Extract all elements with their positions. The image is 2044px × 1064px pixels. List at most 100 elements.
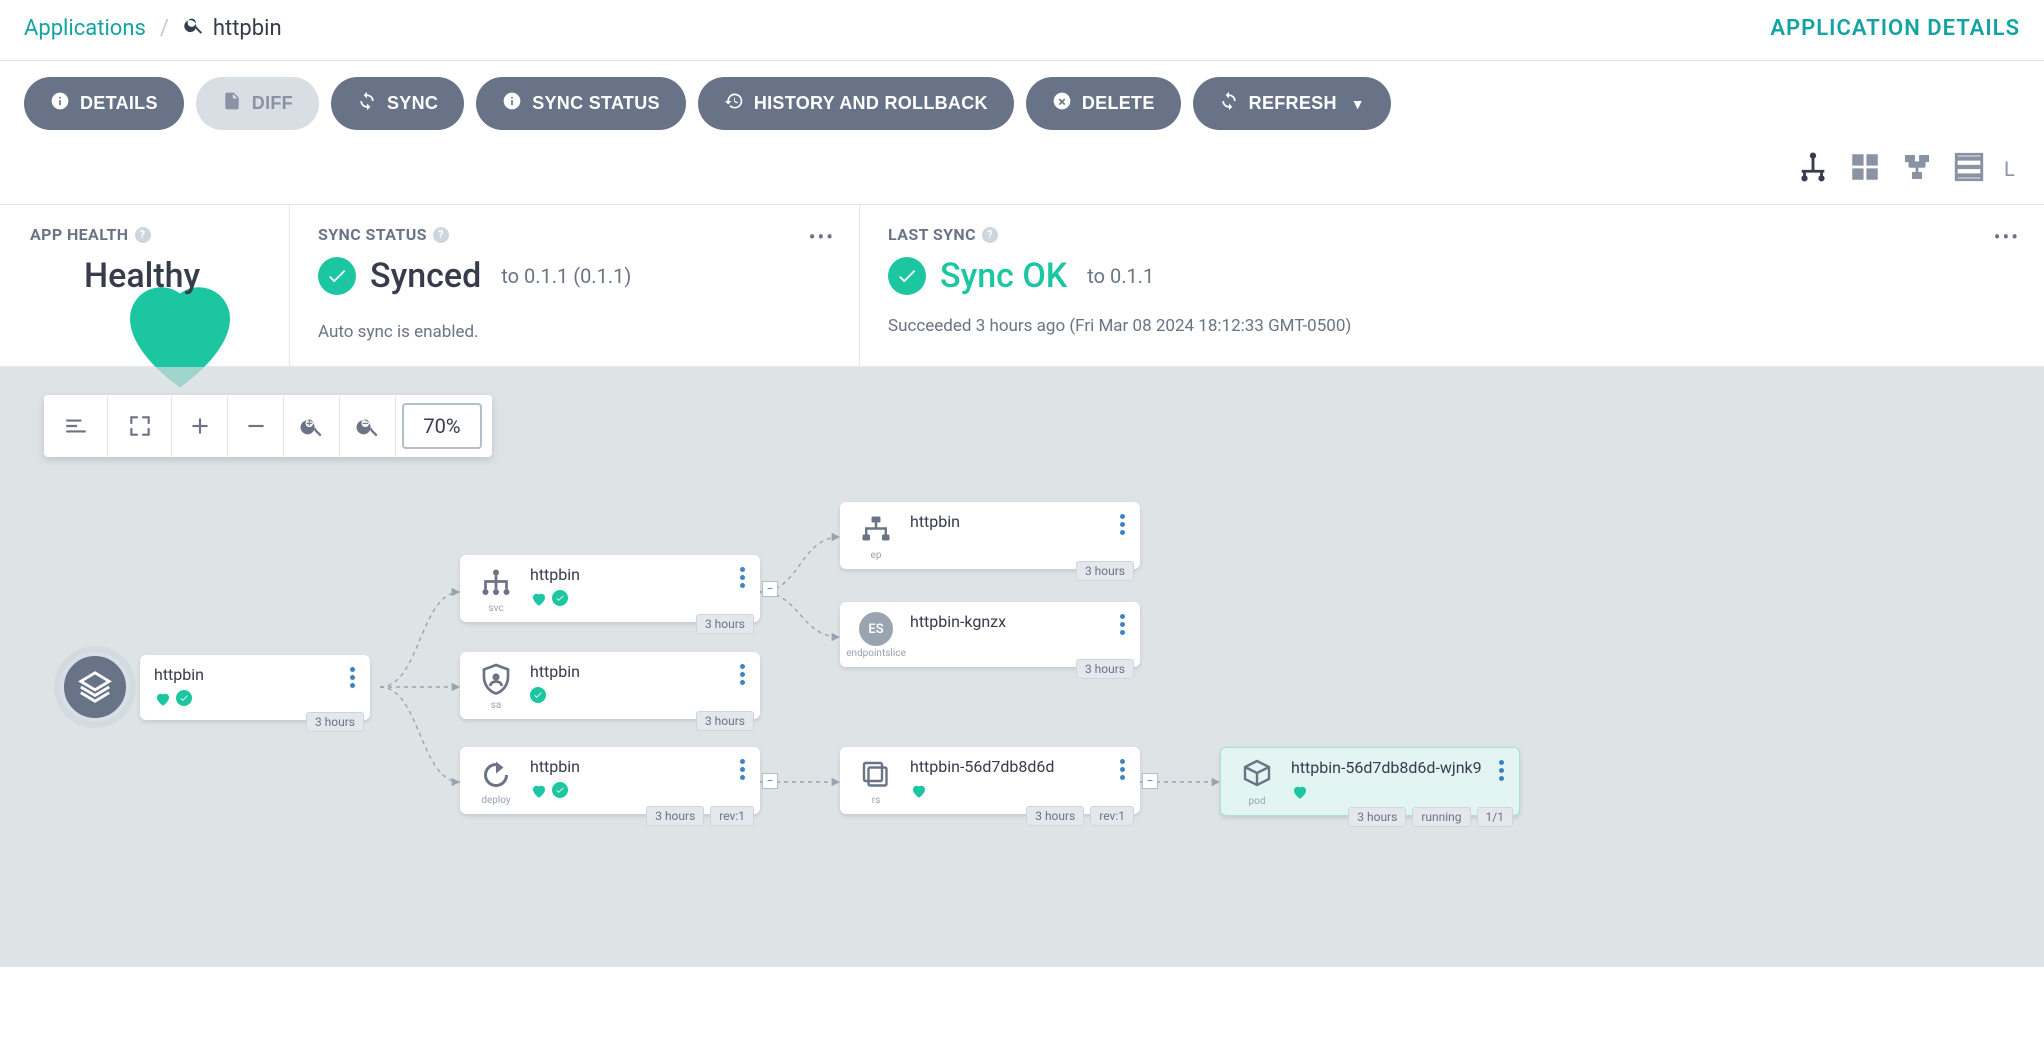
node-collapse-button[interactable]: −: [1142, 773, 1158, 789]
health-value: Healthy: [84, 256, 200, 296]
search-icon: [183, 14, 205, 42]
delete-button[interactable]: DELETE: [1026, 77, 1181, 130]
view-tree-button[interactable]: [1796, 150, 1830, 188]
tree-canvas[interactable]: 70% httpbin: [0, 367, 2044, 967]
node-age-pill: 3 hours: [1348, 807, 1406, 827]
node-ep[interactable]: ep httpbin 3 hours: [840, 502, 1140, 569]
diff-button[interactable]: DIFF: [196, 77, 319, 130]
delete-button-label: DELETE: [1082, 93, 1155, 114]
node-kind-label: ep: [871, 550, 882, 561]
node-sa-name: httpbin: [530, 662, 580, 681]
chevron-down-icon: ▼: [1351, 96, 1365, 112]
node-age-pill: 3 hours: [696, 711, 754, 731]
panel-label-last-sync: LAST SYNC?: [888, 225, 2016, 244]
details-button-label: DETAILS: [80, 93, 158, 114]
node-rev-pill: rev:1: [710, 806, 754, 826]
node-deploy-name: httpbin: [530, 757, 580, 776]
view-label-cut: L: [2004, 157, 2020, 181]
node-menu-button[interactable]: [1493, 760, 1509, 781]
service-icon: svc: [474, 565, 518, 614]
panel-label-sync: SYNC STATUS?: [318, 225, 831, 244]
sync-note: Auto sync is enabled.: [318, 322, 831, 342]
help-icon[interactable]: ?: [982, 227, 998, 243]
endpoints-icon: ep: [854, 512, 898, 561]
node-pod[interactable]: pod httpbin-56d7db8d6d-wjnk9 3 hours run…: [1220, 747, 1520, 816]
node-collapse-button[interactable]: −: [762, 773, 778, 789]
sync-button[interactable]: SYNC: [331, 77, 464, 130]
status-row: APP HEALTH? Healthy SYNC STATUS? ••• Syn…: [0, 204, 2044, 367]
toolbar-zoom-in-button[interactable]: [284, 395, 340, 457]
toolbar-zoom-out-button[interactable]: [340, 395, 396, 457]
node-collapse-button[interactable]: −: [762, 581, 778, 597]
zoom-level[interactable]: 70%: [402, 403, 482, 449]
close-icon: [1052, 91, 1072, 116]
canvas-toolbar: 70%: [44, 395, 492, 457]
serviceaccount-icon: sa: [474, 662, 518, 711]
node-age-pill: 3 hours: [1076, 659, 1134, 679]
toolbar-zoom-in-step-button[interactable]: [172, 395, 228, 457]
panel-value-health: Healthy: [30, 256, 261, 296]
node-age-pill: 3 hours: [306, 712, 364, 732]
node-rs[interactable]: rs httpbin-56d7db8d6d − 3 hoursrev:1: [840, 747, 1140, 814]
replicaset-icon: rs: [854, 757, 898, 806]
breadcrumb: Applications / httpbin: [24, 14, 282, 42]
node-menu-button[interactable]: [734, 759, 750, 780]
help-icon[interactable]: ?: [433, 227, 449, 243]
node-menu-button[interactable]: [734, 567, 750, 588]
deployment-icon: deploy: [474, 757, 518, 806]
view-grid-button[interactable]: [1848, 150, 1882, 188]
sync-status-button[interactable]: SYNC STATUS: [476, 77, 686, 130]
node-rs-name: httpbin-56d7db8d6d: [910, 757, 1054, 776]
node-menu-button[interactable]: [1114, 759, 1130, 780]
heart-icon: [30, 256, 70, 296]
node-menu-button[interactable]: [1114, 614, 1130, 635]
node-svc[interactable]: svc httpbin − 3 hours: [460, 555, 760, 622]
info-icon: [502, 91, 522, 116]
sync-icon: [357, 91, 377, 116]
help-icon[interactable]: ?: [135, 227, 151, 243]
toolbar-fit-button[interactable]: [108, 395, 172, 457]
refresh-button[interactable]: REFRESH▼: [1193, 77, 1391, 130]
node-rev-pill: rev:1: [1090, 806, 1134, 826]
node-endpointslice[interactable]: ES endpointslice httpbin-kgnzx 3 hours: [840, 602, 1140, 667]
info-icon: [50, 91, 70, 116]
sync-value: Synced: [370, 256, 481, 296]
view-switcher: L: [0, 146, 2044, 204]
endpointslice-icon: ES endpointslice: [854, 612, 898, 659]
heart-icon: [910, 782, 928, 804]
node-root[interactable]: httpbin 3 hours: [60, 652, 370, 722]
node-kind-label: endpointslice: [846, 648, 906, 659]
node-root-name: httpbin: [154, 665, 204, 684]
es-badge: ES: [859, 612, 893, 646]
node-ready-pill: 1/1: [1477, 807, 1513, 827]
breadcrumb-root-link[interactable]: Applications: [24, 16, 146, 41]
details-button[interactable]: DETAILS: [24, 77, 184, 130]
history-button[interactable]: HISTORY AND ROLLBACK: [698, 77, 1014, 130]
resource-tree: httpbin 3 hours svc httpbin: [60, 497, 2044, 957]
toolbar-density-button[interactable]: [44, 395, 108, 457]
breadcrumb-app-name: httpbin: [213, 16, 282, 41]
node-sa[interactable]: sa httpbin 3 hours: [460, 652, 760, 719]
node-menu-button[interactable]: [1114, 514, 1130, 535]
view-list-button[interactable]: [1952, 150, 1986, 188]
node-menu-button[interactable]: [344, 667, 360, 688]
panel-sync-more-button[interactable]: •••: [809, 225, 835, 249]
node-deploy[interactable]: deploy httpbin − 3 hoursrev:1: [460, 747, 760, 814]
node-menu-button[interactable]: [734, 664, 750, 685]
page-title: APPLICATION DETAILS: [1770, 16, 2020, 41]
history-button-label: HISTORY AND ROLLBACK: [754, 93, 988, 114]
panel-last-sync-more-button[interactable]: •••: [1994, 225, 2020, 249]
node-kind-label: pod: [1249, 796, 1266, 807]
last-sync-version: to 0.1.1: [1087, 264, 1154, 288]
synced-icon: [552, 782, 568, 798]
toolbar-zoom-out-step-button[interactable]: [228, 395, 284, 457]
last-sync-label-text: LAST SYNC: [888, 225, 976, 244]
heart-icon: [530, 590, 548, 612]
health-label-text: APP HEALTH: [30, 225, 129, 244]
node-age-pill: 3 hours: [1076, 561, 1134, 581]
sync-label-text: SYNC STATUS: [318, 225, 427, 244]
app-icon: [60, 652, 130, 722]
node-kind-label: rs: [872, 795, 881, 806]
view-network-button[interactable]: [1900, 150, 1934, 188]
last-sync-detail: Succeeded 3 hours ago (Fri Mar 08 2024 1…: [888, 316, 1428, 336]
